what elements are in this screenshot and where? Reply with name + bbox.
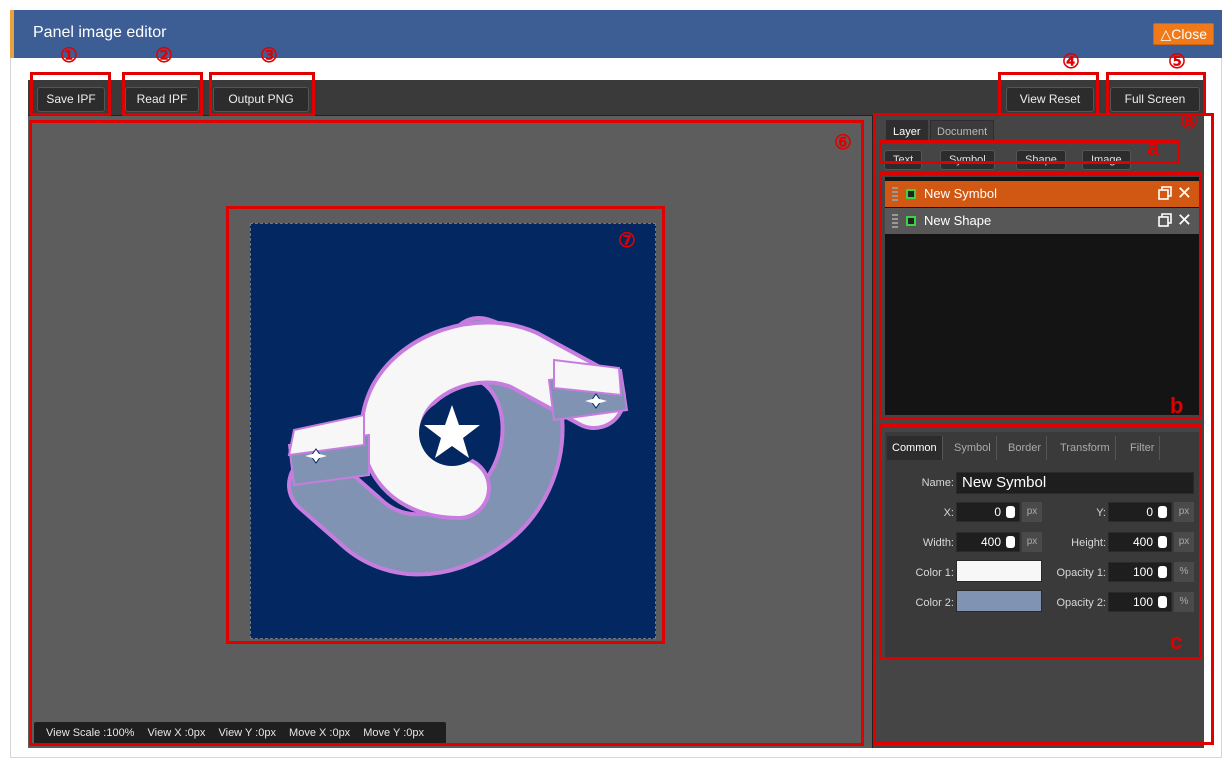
tab-transform[interactable]: Transform xyxy=(1055,436,1116,460)
height-label: Height: xyxy=(1071,537,1106,549)
tab-symbol[interactable]: Symbol xyxy=(949,436,997,460)
add-symbol-button[interactable]: Symbol xyxy=(940,150,995,170)
close-button[interactable]: △Close xyxy=(1153,23,1214,45)
opacity2-value: 100 xyxy=(1132,595,1153,609)
view-scale-readout: View Scale :100% xyxy=(46,727,135,739)
tab-document[interactable]: Document xyxy=(930,120,995,142)
status-bar: View Scale :100% View X :0px View Y :0px… xyxy=(34,722,446,744)
spinner-icon[interactable] xyxy=(1158,566,1167,578)
spinner-icon[interactable] xyxy=(1158,536,1167,548)
annotation-letter-c: c xyxy=(1170,629,1183,654)
read-ipf-button[interactable]: Read IPF xyxy=(125,87,199,112)
x-unit: px xyxy=(1022,502,1042,522)
annotation-number-8: ⑧ xyxy=(1180,111,1198,133)
height-unit: px xyxy=(1174,532,1194,552)
drag-handle-icon[interactable] xyxy=(892,187,898,201)
toolbar: Save IPF Read IPF Output PNG View Reset … xyxy=(28,80,1204,116)
height-field[interactable]: 400 xyxy=(1108,532,1172,552)
spinner-icon[interactable] xyxy=(1006,506,1015,518)
layer-item-new-symbol[interactable]: New Symbol ✕ xyxy=(885,181,1199,207)
view-reset-button[interactable]: View Reset xyxy=(1006,87,1094,112)
annotation-number-3: ③ xyxy=(260,45,278,67)
spinner-icon[interactable] xyxy=(1158,596,1167,608)
name-label: Name: xyxy=(921,477,954,489)
annotation-letter-b: b xyxy=(1170,393,1184,418)
x-value: 0 xyxy=(994,505,1001,519)
color2-swatch[interactable] xyxy=(956,590,1042,612)
y-field[interactable]: 0 xyxy=(1108,502,1172,522)
tab-border[interactable]: Border xyxy=(1003,436,1048,460)
opacity2-unit: % xyxy=(1174,592,1194,612)
annotation-number-5: ⑤ xyxy=(1168,51,1186,73)
layer-label: New Shape xyxy=(924,213,992,228)
drag-handle-icon[interactable] xyxy=(892,214,898,228)
opacity2-label: Opacity 2: xyxy=(1056,597,1106,609)
layer-label: New Symbol xyxy=(924,186,997,201)
add-shape-button[interactable]: Shape xyxy=(1016,150,1066,170)
view-y-readout: View Y :0px xyxy=(218,727,276,739)
height-value: 400 xyxy=(1132,535,1153,549)
y-label: Y: xyxy=(1096,507,1106,519)
width-value: 400 xyxy=(980,535,1001,549)
opacity1-value: 100 xyxy=(1132,565,1153,579)
visibility-toggle-icon[interactable] xyxy=(906,216,916,226)
opacity2-field[interactable]: 100 xyxy=(1108,592,1172,612)
x-field[interactable]: 0 xyxy=(956,502,1020,522)
spinner-icon[interactable] xyxy=(1158,506,1167,518)
annotation-number-4: ④ xyxy=(1062,51,1080,73)
annotation-number-6: ⑥ xyxy=(834,132,852,154)
save-ipf-button[interactable]: Save IPF xyxy=(37,87,105,112)
delete-icon[interactable]: ✕ xyxy=(1177,182,1192,204)
add-image-button[interactable]: Image xyxy=(1082,150,1131,170)
annotation-number-2: ② xyxy=(155,45,173,67)
color1-label: Color 1: xyxy=(915,567,954,579)
spinner-icon[interactable] xyxy=(1006,536,1015,548)
move-x-readout: Move X :0px xyxy=(289,727,351,739)
annotation-number-7: ⑦ xyxy=(618,230,636,252)
document-canvas[interactable] xyxy=(250,223,656,639)
visibility-toggle-icon[interactable] xyxy=(906,189,916,199)
width-field[interactable]: 400 xyxy=(956,532,1020,552)
annotation-number-1: ① xyxy=(60,45,78,67)
symbol-artwork[interactable] xyxy=(251,224,655,638)
delete-icon[interactable]: ✕ xyxy=(1177,209,1192,231)
duplicate-icon[interactable] xyxy=(1158,213,1172,227)
color1-swatch[interactable] xyxy=(956,560,1042,582)
annotation-letter-a: a xyxy=(1147,135,1160,160)
tab-common[interactable]: Common xyxy=(887,436,943,460)
tab-filter[interactable]: Filter xyxy=(1125,436,1161,460)
color2-label: Color 2: xyxy=(915,597,954,609)
width-label: Width: xyxy=(922,537,954,549)
layer-list: New Symbol ✕ New Shape ✕ xyxy=(885,177,1199,415)
view-x-readout: View X :0px xyxy=(147,727,206,739)
layer-item-new-shape[interactable]: New Shape ✕ xyxy=(885,208,1199,234)
opacity1-field[interactable]: 100 xyxy=(1108,562,1172,582)
opacity1-unit: % xyxy=(1174,562,1194,582)
title-bar: Panel image editor △Close xyxy=(10,10,1222,58)
move-y-readout: Move Y :0px xyxy=(363,727,424,739)
y-value: 0 xyxy=(1146,505,1153,519)
tab-layer[interactable]: Layer xyxy=(886,120,928,142)
opacity1-label: Opacity 1: xyxy=(1056,567,1106,579)
name-field[interactable]: New Symbol xyxy=(956,472,1194,494)
output-png-button[interactable]: Output PNG xyxy=(213,87,309,112)
x-label: X: xyxy=(943,507,954,519)
window-title: Panel image editor xyxy=(33,24,167,41)
add-text-button[interactable]: Text xyxy=(884,150,923,170)
width-unit: px xyxy=(1022,532,1042,552)
full-screen-button[interactable]: Full Screen xyxy=(1110,87,1200,112)
duplicate-icon[interactable] xyxy=(1158,186,1172,200)
title-bar-accent xyxy=(10,10,14,58)
y-unit: px xyxy=(1174,502,1194,522)
